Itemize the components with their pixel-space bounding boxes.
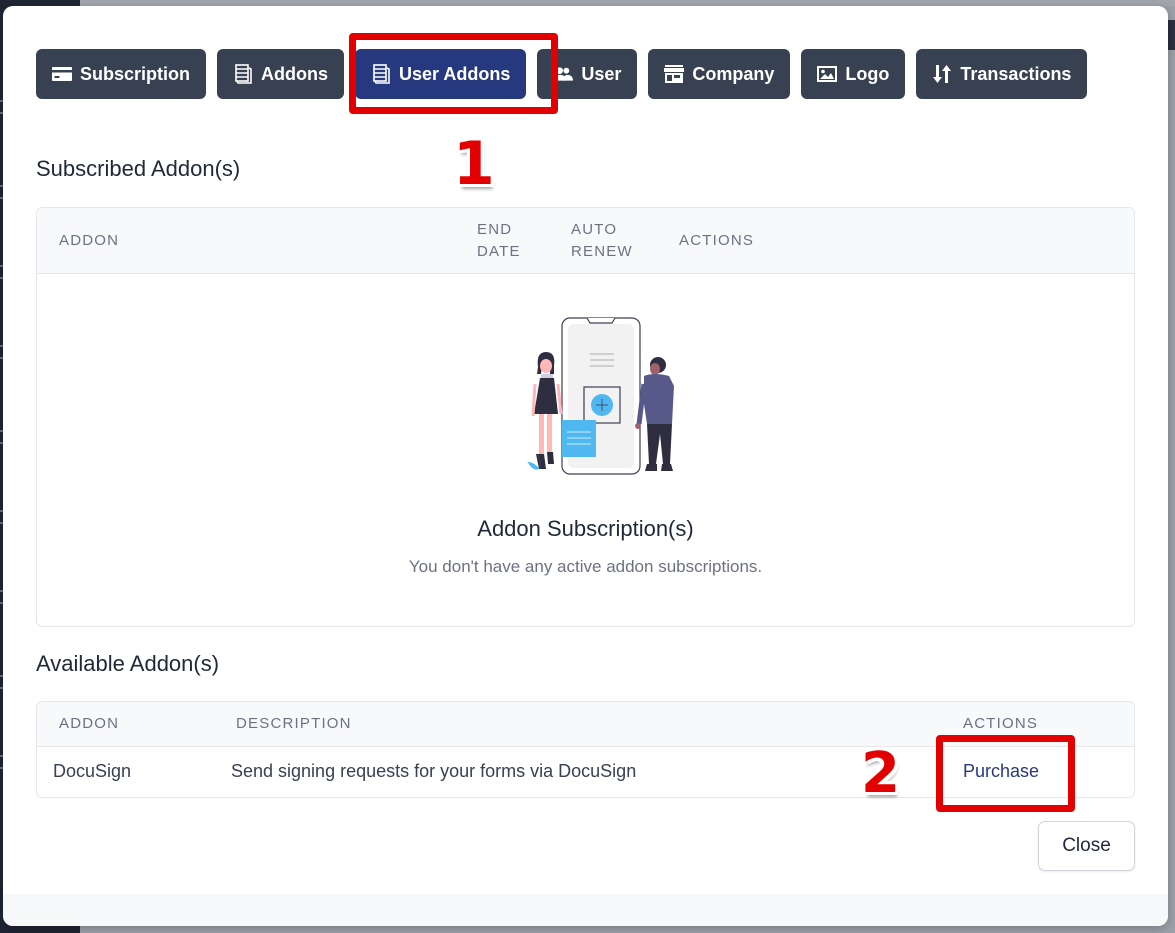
tab-user-addons[interactable]: User Addons <box>355 49 527 99</box>
tab-label: Addons <box>261 63 329 84</box>
empty-state-message: You don't have any active addon subscrip… <box>408 557 763 576</box>
column-header-auto-renew: AUTO RENEW <box>571 219 633 263</box>
column-header-actions: ACTIONS <box>963 715 1039 732</box>
tab-label: User <box>581 63 622 84</box>
close-button[interactable]: Close <box>1038 821 1135 871</box>
credit-card-icon <box>52 65 72 83</box>
woman-dress <box>534 378 558 414</box>
column-header-description: DESCRIPTION <box>236 715 352 732</box>
tab-user[interactable]: User <box>537 49 638 99</box>
empty-state-illustration <box>527 317 674 475</box>
tab-label: Company <box>692 63 775 84</box>
column-header-addon: ADDON <box>59 232 120 249</box>
users-icon <box>553 65 574 83</box>
tab-transactions[interactable]: Transactions <box>916 49 1088 99</box>
purchase-link[interactable]: Purchase <box>963 761 1039 782</box>
column-header-actions: ACTIONS <box>679 232 755 249</box>
addon-name-cell: DocuSign <box>53 761 132 781</box>
tab-addons[interactable]: Addons <box>217 49 345 99</box>
tab-label: User Addons <box>399 63 511 84</box>
addon-description-cell: Send signing requests for your forms via… <box>231 761 637 781</box>
subscribed-addons-table: ADDON END DATE AUTO RENEW ACTIONS Addon … <box>36 207 1135 627</box>
column-header-addon: ADDON <box>59 715 120 732</box>
image-icon <box>817 65 838 83</box>
table-row: DocuSign Send signing requests for your … <box>37 747 1134 797</box>
column-header-end-date: END DATE <box>477 219 521 263</box>
stack-icon <box>233 64 253 84</box>
phone-notch <box>586 317 616 324</box>
man-hoodie <box>644 374 674 424</box>
column-header-end-date-line1: END <box>477 221 513 238</box>
column-header-end-date-line2: DATE <box>477 243 521 260</box>
tab-label: Subscription <box>80 63 191 84</box>
tab-company[interactable]: Company <box>648 49 791 99</box>
modal-footer <box>3 894 1168 926</box>
tab-subscription[interactable]: Subscription <box>36 49 207 99</box>
step-number-1: 1 <box>453 129 495 199</box>
available-addons-table: ADDON DESCRIPTION ACTIONS DocuSign Send … <box>36 701 1135 798</box>
stack-icon <box>371 64 391 84</box>
empty-state: Addon Subscription(s) You don't have any… <box>37 274 1134 626</box>
column-header-auto-renew-line2: RENEW <box>571 243 633 260</box>
table-header: ADDON DESCRIPTION ACTIONS <box>37 702 1134 747</box>
empty-state-title: Addon Subscription(s) <box>477 516 694 541</box>
step-number-2: 2 <box>861 741 900 806</box>
tab-bar: Subscription Addons User Addons User Com… <box>36 49 1088 99</box>
available-addons-title: Available Addon(s) <box>36 651 220 676</box>
user-addons-modal: Subscription Addons User Addons User Com… <box>3 6 1168 926</box>
subscribed-addons-title: Subscribed Addon(s) <box>36 156 241 181</box>
note-card <box>562 420 596 457</box>
tab-label: Transactions <box>960 63 1072 84</box>
column-header-auto-renew-line1: AUTO <box>571 221 618 238</box>
tab-logo[interactable]: Logo <box>801 49 906 99</box>
tab-label: Logo <box>845 63 890 84</box>
background-header-edge <box>1167 20 1175 50</box>
table-header: ADDON END DATE AUTO RENEW ACTIONS <box>37 208 1134 274</box>
sort-arrows-icon <box>932 65 952 83</box>
store-icon <box>664 65 685 83</box>
